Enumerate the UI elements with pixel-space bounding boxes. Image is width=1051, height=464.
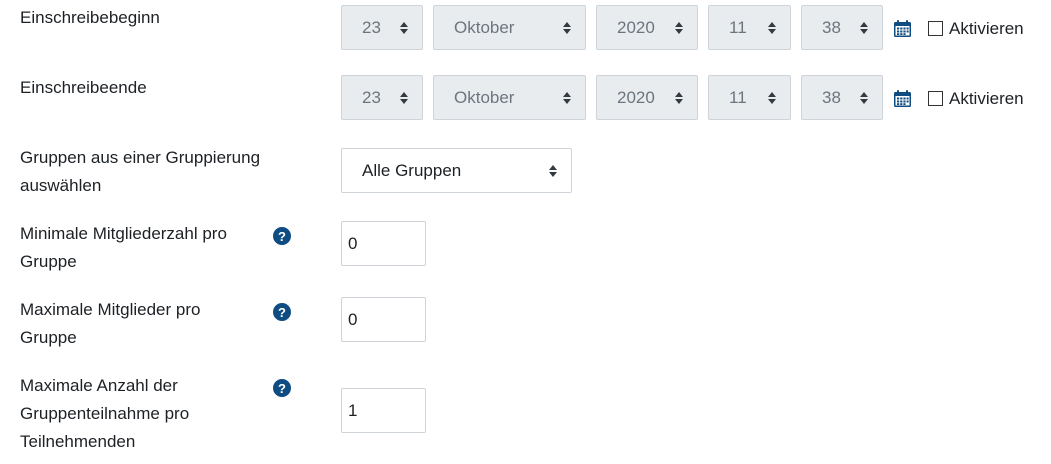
grouping-label-line1: Gruppen aus einer Gruppierung bbox=[20, 148, 261, 167]
select-arrows-icon bbox=[400, 21, 408, 34]
min-members-label-line1: Minimale Mitgliederzahl pro bbox=[20, 224, 227, 243]
grouping-value: Alle Gruppen bbox=[362, 160, 462, 180]
grouping-label: Gruppen aus einer Gruppierung auswählen bbox=[20, 144, 260, 200]
enrolment-end-label: Einschreibeende bbox=[20, 78, 147, 97]
select-arrows-icon bbox=[549, 164, 557, 177]
min-members-label-line2: Gruppe bbox=[20, 252, 77, 271]
start-year-value: 2020 bbox=[617, 17, 655, 37]
max-members-value: 0 bbox=[348, 309, 358, 329]
max-participation-label-line1: Maximale Anzahl der bbox=[20, 376, 178, 395]
max-participation-label: Maximale Anzahl der Gruppenteilnahme pro… bbox=[20, 372, 189, 456]
select-arrows-icon bbox=[860, 91, 868, 104]
end-enable-checkbox[interactable] bbox=[928, 91, 943, 106]
select-arrows-icon bbox=[400, 91, 408, 104]
start-month-select[interactable]: Oktober bbox=[433, 5, 586, 50]
start-enable-checkbox[interactable] bbox=[928, 21, 943, 36]
select-arrows-icon bbox=[563, 21, 571, 34]
end-month-value: Oktober bbox=[454, 87, 515, 107]
enrolment-start-label: Einschreibebeginn bbox=[20, 8, 160, 27]
help-icon[interactable]: ? bbox=[273, 303, 291, 321]
start-year-select[interactable]: 2020 bbox=[596, 5, 698, 50]
end-enable-label[interactable]: Aktivieren bbox=[949, 89, 1024, 109]
max-members-label: Maximale Mitglieder pro Gruppe bbox=[20, 296, 200, 352]
end-hour-select[interactable]: 11 bbox=[708, 75, 791, 120]
select-arrows-icon bbox=[675, 21, 683, 34]
start-day-select[interactable]: 23 bbox=[341, 5, 423, 50]
end-day-value: 23 bbox=[362, 87, 381, 107]
end-year-value: 2020 bbox=[617, 87, 655, 107]
max-participation-input[interactable]: 1 bbox=[341, 388, 426, 433]
select-arrows-icon bbox=[768, 21, 776, 34]
max-members-input[interactable]: 0 bbox=[341, 297, 426, 342]
min-members-value: 0 bbox=[348, 233, 358, 253]
max-participation-label-line3: Teilnehmenden bbox=[20, 432, 136, 451]
select-arrows-icon bbox=[675, 91, 683, 104]
start-minute-value: 38 bbox=[822, 17, 841, 37]
start-day-value: 23 bbox=[362, 17, 381, 37]
end-hour-value: 11 bbox=[729, 87, 747, 107]
calendar-icon[interactable] bbox=[893, 89, 912, 108]
end-minute-value: 38 bbox=[822, 87, 841, 107]
calendar-icon[interactable] bbox=[893, 19, 912, 38]
end-year-select[interactable]: 2020 bbox=[596, 75, 698, 120]
select-arrows-icon bbox=[563, 91, 571, 104]
min-members-input[interactable]: 0 bbox=[341, 221, 426, 266]
start-hour-select[interactable]: 11 bbox=[708, 5, 791, 50]
select-arrows-icon bbox=[860, 21, 868, 34]
start-month-value: Oktober bbox=[454, 17, 515, 37]
grouping-label-line2: auswählen bbox=[20, 176, 102, 195]
max-members-label-line2: Gruppe bbox=[20, 328, 77, 347]
end-minute-select[interactable]: 38 bbox=[801, 75, 883, 120]
start-hour-value: 11 bbox=[729, 17, 747, 37]
grouping-select[interactable]: Alle Gruppen bbox=[341, 148, 572, 193]
start-enable-label[interactable]: Aktivieren bbox=[949, 19, 1024, 39]
max-members-label-line1: Maximale Mitglieder pro bbox=[20, 300, 201, 319]
end-day-select[interactable]: 23 bbox=[341, 75, 423, 120]
start-minute-select[interactable]: 38 bbox=[801, 5, 883, 50]
help-icon[interactable]: ? bbox=[273, 227, 291, 245]
help-icon[interactable]: ? bbox=[273, 379, 291, 397]
max-participation-value: 1 bbox=[348, 400, 358, 420]
max-participation-label-line2: Gruppenteilnahme pro bbox=[20, 404, 190, 423]
end-month-select[interactable]: Oktober bbox=[433, 75, 586, 120]
min-members-label: Minimale Mitgliederzahl pro Gruppe bbox=[20, 220, 227, 276]
select-arrows-icon bbox=[768, 91, 776, 104]
